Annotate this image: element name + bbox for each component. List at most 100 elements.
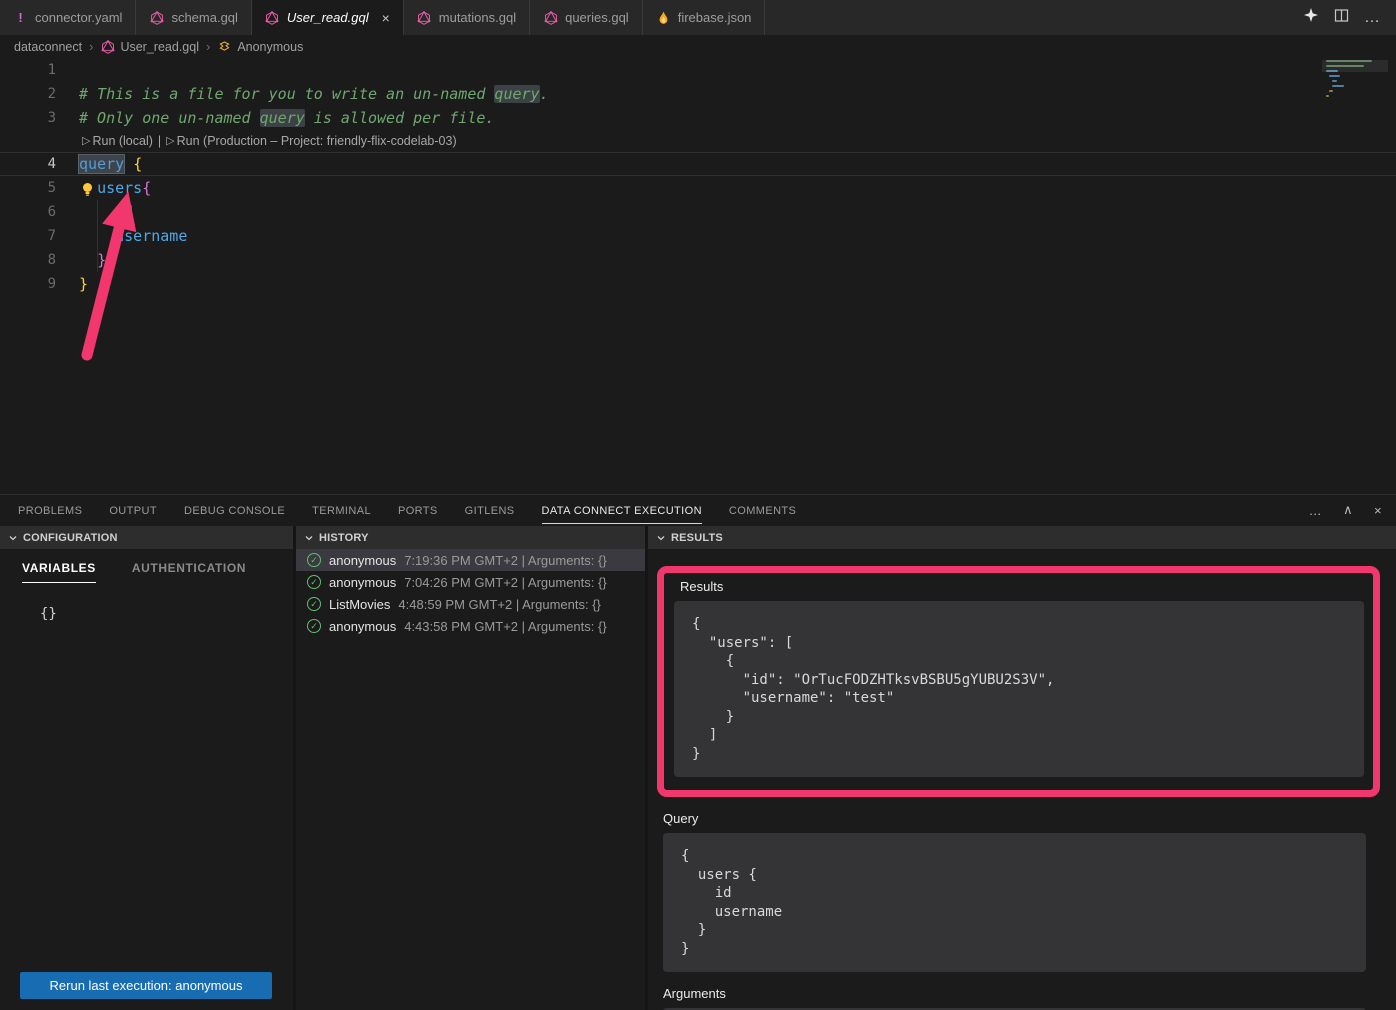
configuration-tabs: VARIABLES AUTHENTICATION xyxy=(0,549,293,583)
code-line-9[interactable]: 9} xyxy=(0,272,1396,296)
configuration-header[interactable]: CONFIGURATION xyxy=(0,526,293,549)
run-production-link[interactable]: ▷Run (Production – Project: friendly-fli… xyxy=(166,130,456,152)
check-circle-icon: ✓ xyxy=(307,553,321,567)
rerun-button[interactable]: Rerun last execution: anonymous xyxy=(20,972,272,999)
history-item-detail: 4:48:59 PM GMT+2 | Arguments: {} xyxy=(398,597,600,612)
run-icon: ▷ xyxy=(82,130,90,152)
history-item[interactable]: ✓anonymous7:19:36 PM GMT+2 | Arguments: … xyxy=(296,549,645,571)
code-token: } xyxy=(97,251,106,269)
close-icon[interactable]: × xyxy=(382,11,390,25)
panel-more-icon[interactable]: … xyxy=(1309,503,1322,518)
panel-close-icon[interactable]: × xyxy=(1374,503,1382,518)
code-line-3[interactable]: 3# Only one un-named query is allowed pe… xyxy=(0,106,1396,130)
panel-tab-ports[interactable]: PORTS xyxy=(398,497,438,524)
breadcrumb-item-User_read.gql[interactable]: User_read.gql xyxy=(100,39,199,54)
chevron-down-icon xyxy=(8,533,18,543)
results-content: Results { "users": [ { "id": "OrTucFODZH… xyxy=(648,549,1396,1010)
config-tab-variables[interactable]: VARIABLES xyxy=(22,561,96,583)
results-label: Results xyxy=(680,579,1364,594)
panel-tab-gitlens[interactable]: GITLENS xyxy=(465,497,515,524)
graphql-icon xyxy=(417,10,432,25)
variables-value[interactable]: {} xyxy=(0,583,293,622)
line-number: 7 xyxy=(0,224,56,248)
code-line-7[interactable]: 7 username xyxy=(0,224,1396,248)
editor-tabs: !connector.yamlschema.gqlUser_read.gql×m… xyxy=(0,0,765,35)
code-line-2[interactable]: 2 # This is a file for you to write an un… xyxy=(0,82,1396,106)
results-header[interactable]: RESULTS xyxy=(648,526,1396,549)
panel-tab-output[interactable]: OUTPUT xyxy=(109,497,157,524)
history-item[interactable]: ✓ListMovies4:48:59 PM GMT+2 | Arguments:… xyxy=(296,593,645,615)
tab-mutations.gql[interactable]: mutations.gql xyxy=(404,0,530,35)
panel-tab-data-connect-execution[interactable]: DATA CONNECT EXECUTION xyxy=(542,497,702,524)
code-token: query xyxy=(79,155,124,173)
panel-tab-comments[interactable]: COMMENTS xyxy=(729,497,796,524)
code-line-6[interactable]: 6 id xyxy=(0,200,1396,224)
panel-tab-terminal[interactable]: TERMINAL xyxy=(312,497,371,524)
minimap-bar xyxy=(1326,95,1329,97)
run-local-link[interactable]: ▷Run (local) xyxy=(82,130,153,152)
editor[interactable]: 12 # This is a file for you to write an u… xyxy=(0,58,1396,494)
history-item-name: anonymous xyxy=(329,619,396,634)
configuration-title: CONFIGURATION xyxy=(23,532,118,544)
tab-queries.gql[interactable]: queries.gql xyxy=(530,0,643,35)
panel-tab-debug-console[interactable]: DEBUG CONSOLE xyxy=(184,497,285,524)
code-token: . xyxy=(540,85,549,103)
tab-User_read.gql[interactable]: User_read.gql× xyxy=(252,0,404,35)
code-line-8[interactable]: 8 } xyxy=(0,248,1396,272)
tab-label: connector.yaml xyxy=(35,10,122,25)
split-editor-icon[interactable] xyxy=(1334,8,1349,28)
panel-actions: … ∧ × xyxy=(1309,502,1396,518)
code-text: query { xyxy=(56,152,142,176)
panel-tab-problems[interactable]: PROBLEMS xyxy=(18,497,82,524)
code-text: # This is a file for you to write an un-… xyxy=(56,82,549,106)
history-item[interactable]: ✓anonymous4:43:58 PM GMT+2 | Arguments: … xyxy=(296,615,645,637)
results-title: RESULTS xyxy=(671,532,723,544)
history-header[interactable]: HISTORY xyxy=(296,526,645,549)
code-token: } xyxy=(79,275,88,293)
code-token: { xyxy=(133,155,142,173)
tab-connector.yaml[interactable]: !connector.yaml xyxy=(0,0,136,35)
history-item-detail: 4:43:58 PM GMT+2 | Arguments: {} xyxy=(404,619,606,634)
current-line-highlight xyxy=(0,152,1396,176)
tab-firebase.json[interactable]: firebase.json xyxy=(643,0,766,35)
sparkle-icon[interactable] xyxy=(1303,7,1319,28)
code-token: # This is a file for you to write an un-… xyxy=(79,85,494,103)
code-text: users{ xyxy=(56,176,151,200)
minimap-slider[interactable] xyxy=(1322,60,1388,72)
results-json: { "users": [ { "id": "OrTucFODZHTksvBSBU… xyxy=(674,601,1364,777)
editor-actions: … xyxy=(1303,0,1396,35)
code-text: id xyxy=(56,200,133,224)
results-section: RESULTS Results { "users": [ { "id": "Or… xyxy=(648,526,1396,1010)
code-line-1[interactable]: 1 xyxy=(0,58,1396,82)
history-item[interactable]: ✓anonymous7:04:26 PM GMT+2 | Arguments: … xyxy=(296,571,645,593)
breadcrumb-item-Anonymous[interactable]: Anonymous xyxy=(217,39,303,54)
line-number: 1 xyxy=(0,58,56,82)
query-label: Query xyxy=(663,811,1396,826)
line-number: 2 xyxy=(0,82,56,106)
code-token: { xyxy=(142,179,151,197)
history-item-name: anonymous xyxy=(329,575,396,590)
line-number: 5 xyxy=(0,176,56,200)
history-section: HISTORY ✓anonymous7:19:36 PM GMT+2 | Arg… xyxy=(296,526,648,1010)
line-number: 3 xyxy=(0,106,56,130)
query-code: { users { id username } } xyxy=(663,833,1366,972)
chevron-down-icon xyxy=(656,533,666,543)
lightbulb-icon[interactable] xyxy=(81,180,95,196)
tab-schema.gql[interactable]: schema.gql xyxy=(136,0,251,35)
code-token: username xyxy=(115,227,187,245)
breadcrumb-item-dataconnect[interactable]: dataconnect xyxy=(14,40,82,54)
panel-collapse-icon[interactable]: ∧ xyxy=(1343,502,1353,518)
config-tab-authentication[interactable]: AUTHENTICATION xyxy=(132,561,246,583)
code-token xyxy=(124,155,133,173)
minimap-bar xyxy=(1332,85,1344,87)
code-line-4[interactable]: 4query { xyxy=(0,152,1396,176)
run-local-label: Run (local) xyxy=(92,130,152,152)
code-text xyxy=(56,58,79,82)
breadcrumb-label: dataconnect xyxy=(14,40,82,54)
chevron-down-icon xyxy=(304,533,314,543)
codelens-separator: | xyxy=(158,130,161,152)
code-line-5[interactable]: 5 users{ xyxy=(0,176,1396,200)
breadcrumb-label: User_read.gql xyxy=(120,40,199,54)
tab-label: queries.gql xyxy=(565,10,629,25)
more-actions-icon[interactable]: … xyxy=(1364,9,1381,27)
